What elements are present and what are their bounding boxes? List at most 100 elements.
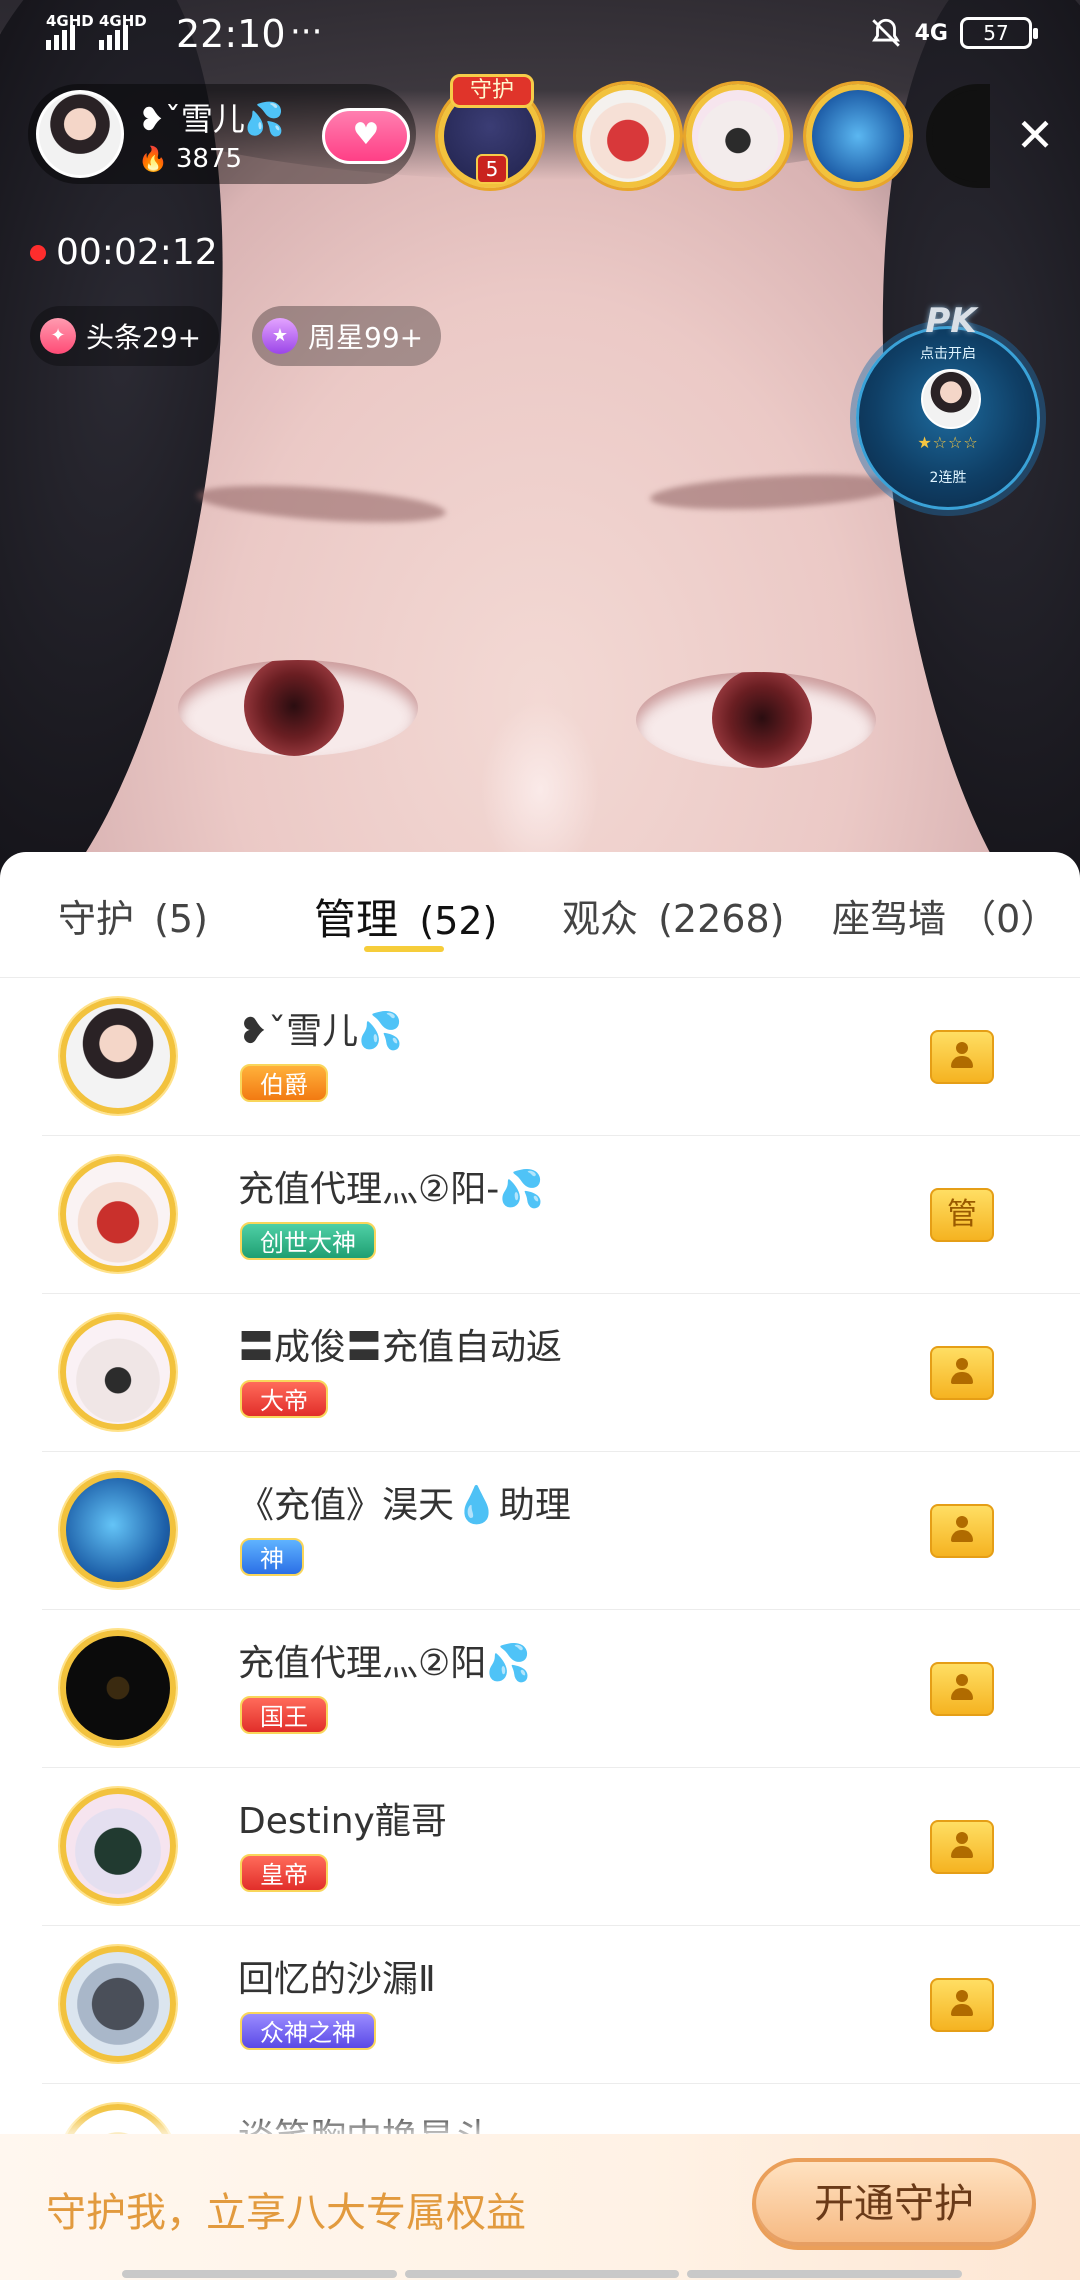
close-icon[interactable]: ✕ [1010,110,1060,160]
guardian-promo-bar: 守护我，立享八大专属权益 开通守护 [0,2134,1080,2280]
admin-role-icon[interactable] [930,1030,994,1084]
host-avatar[interactable] [36,90,124,178]
tab-count: (52) [419,899,498,943]
viewer-avatar[interactable] [686,84,790,188]
tab-count: （0） [958,897,1059,941]
person-icon [948,1674,976,1702]
pk-avatar [921,369,981,429]
recording-dot-icon [30,244,46,261]
more-notifications-icon: ··· [290,12,323,52]
tab-label: 观众 [562,897,639,941]
live-timer-value: 00:02:12 [56,232,218,273]
signal-group: 4GHD 4GHD [46,12,147,50]
status-right: 4G 57 [869,16,1038,50]
star-icon: ★ [262,318,298,354]
avatar[interactable] [60,998,176,1114]
admin-role-icon[interactable] [930,1978,994,2032]
host-name: ❥ˇ雪儿💦 [138,100,285,138]
person-icon [948,1042,976,1070]
gesture-navigation-bar [122,2270,963,2278]
member-name: 充值代理灬②阳-💦 [238,1169,545,1210]
member-name: 充值代理灬②阳💦 [238,1643,532,1684]
eyebrow [195,479,447,529]
pk-button[interactable]: PK 点击开启 ★☆☆☆ 2连胜 [856,301,1040,510]
rank-badge: 伯爵 [240,1064,328,1102]
tab-car-wall[interactable]: 座驾墙 （0） [832,888,1058,943]
open-guardian-button[interactable]: 开通守护 [752,2158,1036,2250]
network-4g-label: 4G [914,20,948,46]
rank-badge: 创世大神 [240,1222,376,1260]
tab-bar: 守护 (5) 管理 (52) 观众 (2268) 座驾墙 （0） [0,852,1080,978]
admin-role-icon[interactable] [930,1662,994,1716]
member-row[interactable]: 充值代理灬②阳💦 国王 [42,1610,1080,1768]
tab-indicator [364,946,444,952]
heart-icon: ♥ [352,117,380,152]
tab-admins[interactable]: 管理 (52) [314,886,497,947]
network-label: 4GHD [99,12,147,30]
member-sheet: 守护 (5) 管理 (52) 观众 (2268) 座驾墙 （0） ❥ˇ雪儿💦 伯… [0,852,1080,2280]
host-info: ❥ˇ雪儿💦 🔥 3875 [138,94,285,174]
live-timer: 00:02:12 [30,232,218,273]
admin-role-icon[interactable] [930,1346,994,1400]
network-label: 4GHD [46,12,94,30]
member-row[interactable]: Destiny龍哥 皇帝 [42,1768,1080,1926]
avatar[interactable] [60,1472,176,1588]
eye [636,672,876,768]
rank-badge: 皇帝 [240,1854,328,1892]
host-heat-value: 3875 [175,144,243,174]
host-heat: 🔥 3875 [138,144,285,174]
tab-count: (5) [154,897,208,941]
pk-hint: 点击开启 [920,346,976,362]
headline-chip[interactable]: ✦ 头条29+ [30,306,220,366]
clock: 22:10 [176,12,286,56]
pk-stars: ★☆☆☆ [917,433,979,452]
notifications-off-icon [871,18,900,47]
person-icon [948,1832,976,1860]
avatar[interactable] [60,1630,176,1746]
signal-icon: 4GHD [99,12,147,50]
pk-logo: PK [925,301,977,341]
member-name: 〓成俊〓充值自动返 [238,1327,563,1368]
avatar[interactable] [60,1156,176,1272]
member-name: 《充值》淏天💧助理 [238,1485,571,1526]
rank-badge: 众神之神 [240,2012,376,2050]
avatar[interactable] [60,1788,176,1904]
signal-icon: 4GHD [46,12,94,50]
person-icon [948,1516,976,1544]
flame-icon: ✦ [40,318,76,354]
admin-role-icon[interactable] [930,1820,994,1874]
tab-label: 守护 [58,897,135,941]
member-name: 回忆的沙漏Ⅱ [238,1959,436,2000]
guardian-tag: 守护 [450,74,534,108]
status-bar: 4GHD 4GHD 22:10 ··· 4G 57 [0,0,1080,70]
eye [178,660,418,756]
person-icon [948,1358,976,1386]
admin-role-icon[interactable] [930,1504,994,1558]
avatar[interactable] [60,1314,176,1430]
rank-badge: 国王 [240,1696,328,1734]
pk-streak: 2连胜 [929,470,967,486]
manager-role-badge[interactable]: 管 [930,1188,994,1242]
guardian-count: 5 [476,154,508,184]
tab-label: 座驾墙 [832,897,947,941]
weekstar-chip[interactable]: ★ 周星99+ [252,306,442,366]
viewer-avatar[interactable] [806,84,910,188]
member-row[interactable]: 《充值》淏天💧助理 神 [42,1452,1080,1610]
viewer-avatar[interactable] [576,84,680,188]
member-row[interactable]: 回忆的沙漏Ⅱ 众神之神 [42,1926,1080,2084]
member-row[interactable]: 〓成俊〓充值自动返 大帝 [42,1294,1080,1452]
tab-label: 管理 [314,895,399,944]
tab-guardians[interactable]: 守护 (5) [58,888,208,943]
member-row[interactable]: ❥ˇ雪儿💦 伯爵 [42,978,1080,1136]
tab-audience[interactable]: 观众 (2268) [562,888,784,943]
follow-heart-button[interactable]: ♥ [322,108,410,164]
avatar[interactable] [60,1946,176,2062]
rank-badge: 神 [240,1538,304,1576]
promo-text: 守护我，立享八大专属权益 [46,2190,526,2236]
iris [712,672,812,768]
rank-badge: 大帝 [240,1380,328,1418]
iris [244,660,344,756]
member-row[interactable]: 充值代理灬②阳-💦 创世大神 管 [42,1136,1080,1294]
flame-icon: 🔥 [138,145,168,173]
tab-count: (2268) [658,897,785,941]
